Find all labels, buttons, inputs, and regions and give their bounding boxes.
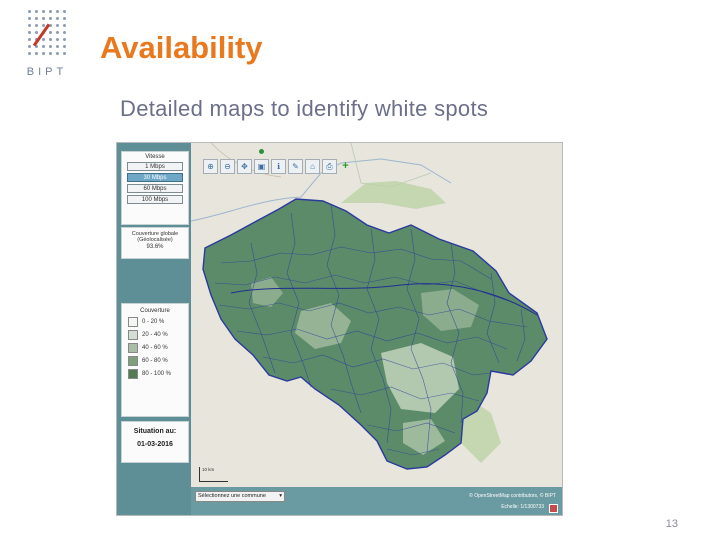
legend-item: 20 - 40 % xyxy=(128,330,182,340)
legend-swatch xyxy=(128,343,138,353)
legend-label: 20 - 40 % xyxy=(142,332,168,338)
legend-item: 0 - 20 % xyxy=(128,317,182,327)
chevron-down-icon: ▾ xyxy=(279,493,282,499)
map-bottom-bar: Sélectionnez une commune ▾ © OpenStreetM… xyxy=(191,487,562,515)
legend-item: 80 - 100 % xyxy=(128,369,182,379)
map-canvas[interactable]: ⊕ ⊖ ✥ ▣ ℹ ✎ ⌂ ⎙ + 10 km xyxy=(190,143,562,515)
slide-title: Availability xyxy=(100,30,263,65)
legend-swatch xyxy=(128,369,138,379)
map-scale-text: Echelle: 1/1300733 xyxy=(501,504,544,510)
speed-panel-title: Vitesse xyxy=(145,154,165,160)
situation-label: Situation au: xyxy=(133,428,177,435)
info-icon[interactable]: ℹ xyxy=(271,159,286,174)
situation-panel: Situation au: 01-03-2016 xyxy=(121,421,189,463)
speed-panel: Vitesse 1 Mbps 30 Mbps 60 Mbps 100 Mbps xyxy=(121,151,189,225)
logo-text: BIPT xyxy=(26,66,68,78)
legend-label: 0 - 20 % xyxy=(142,319,165,325)
select-icon[interactable]: ▣ xyxy=(254,159,269,174)
page-number: 13 xyxy=(665,518,678,530)
zoom-in-icon[interactable]: ⊕ xyxy=(203,159,218,174)
map-scale-bar: 10 km xyxy=(199,467,228,482)
coverage-legend: Couverture 0 - 20 % 20 - 40 % 40 - 60 % … xyxy=(121,303,189,417)
map-toolbar: ⊕ ⊖ ✥ ▣ ℹ ✎ ⌂ ⎙ + xyxy=(203,159,352,174)
global-coverage-value: 93.6% xyxy=(146,244,164,250)
commune-select[interactable]: Sélectionnez une commune ▾ xyxy=(195,491,285,502)
situation-date: 01-03-2016 xyxy=(137,441,173,448)
measure-icon[interactable]: ✎ xyxy=(288,159,303,174)
map-sidebar: Vitesse 1 Mbps 30 Mbps 60 Mbps 100 Mbps … xyxy=(117,143,191,515)
legend-label: 40 - 60 % xyxy=(142,345,168,351)
slide-subtitle: Detailed maps to identify white spots xyxy=(120,96,489,121)
speed-button-100mbps[interactable]: 100 Mbps xyxy=(127,195,183,204)
home-icon[interactable]: ⌂ xyxy=(305,159,320,174)
bipt-logo: BIPT xyxy=(22,8,72,80)
legend-item: 40 - 60 % xyxy=(128,343,182,353)
legend-swatch xyxy=(128,356,138,366)
global-coverage-label: Couverture globale (Géolocalisée) xyxy=(131,231,179,243)
map-application: Vitesse 1 Mbps 30 Mbps 60 Mbps 100 Mbps … xyxy=(116,142,563,516)
logo-dot-grid xyxy=(26,8,70,58)
global-coverage-panel: Couverture globale (Géolocalisée) 93.6% xyxy=(121,227,189,259)
legend-swatch xyxy=(128,330,138,340)
pan-icon[interactable]: ✥ xyxy=(237,159,252,174)
commune-select-value: Sélectionnez une commune xyxy=(198,493,266,499)
speed-button-1mbps[interactable]: 1 Mbps xyxy=(127,162,183,171)
close-icon[interactable] xyxy=(549,504,558,513)
legend-label: 80 - 100 % xyxy=(142,371,172,377)
legend-title: Couverture xyxy=(140,308,170,314)
map-pin-icon xyxy=(259,149,264,154)
legend-item: 60 - 80 % xyxy=(128,356,182,366)
legend-label: 60 - 80 % xyxy=(142,358,168,364)
print-icon[interactable]: ⎙ xyxy=(322,159,337,174)
speed-button-60mbps[interactable]: 60 Mbps xyxy=(127,184,183,193)
map-copyright: © OpenStreetMap contributors, © BIPT xyxy=(469,493,556,499)
zoom-out-icon[interactable]: ⊖ xyxy=(220,159,235,174)
belgium-coverage-map[interactable] xyxy=(190,143,562,487)
add-icon[interactable]: + xyxy=(339,159,352,172)
speed-button-30mbps[interactable]: 30 Mbps xyxy=(127,173,183,182)
legend-swatch xyxy=(128,317,138,327)
